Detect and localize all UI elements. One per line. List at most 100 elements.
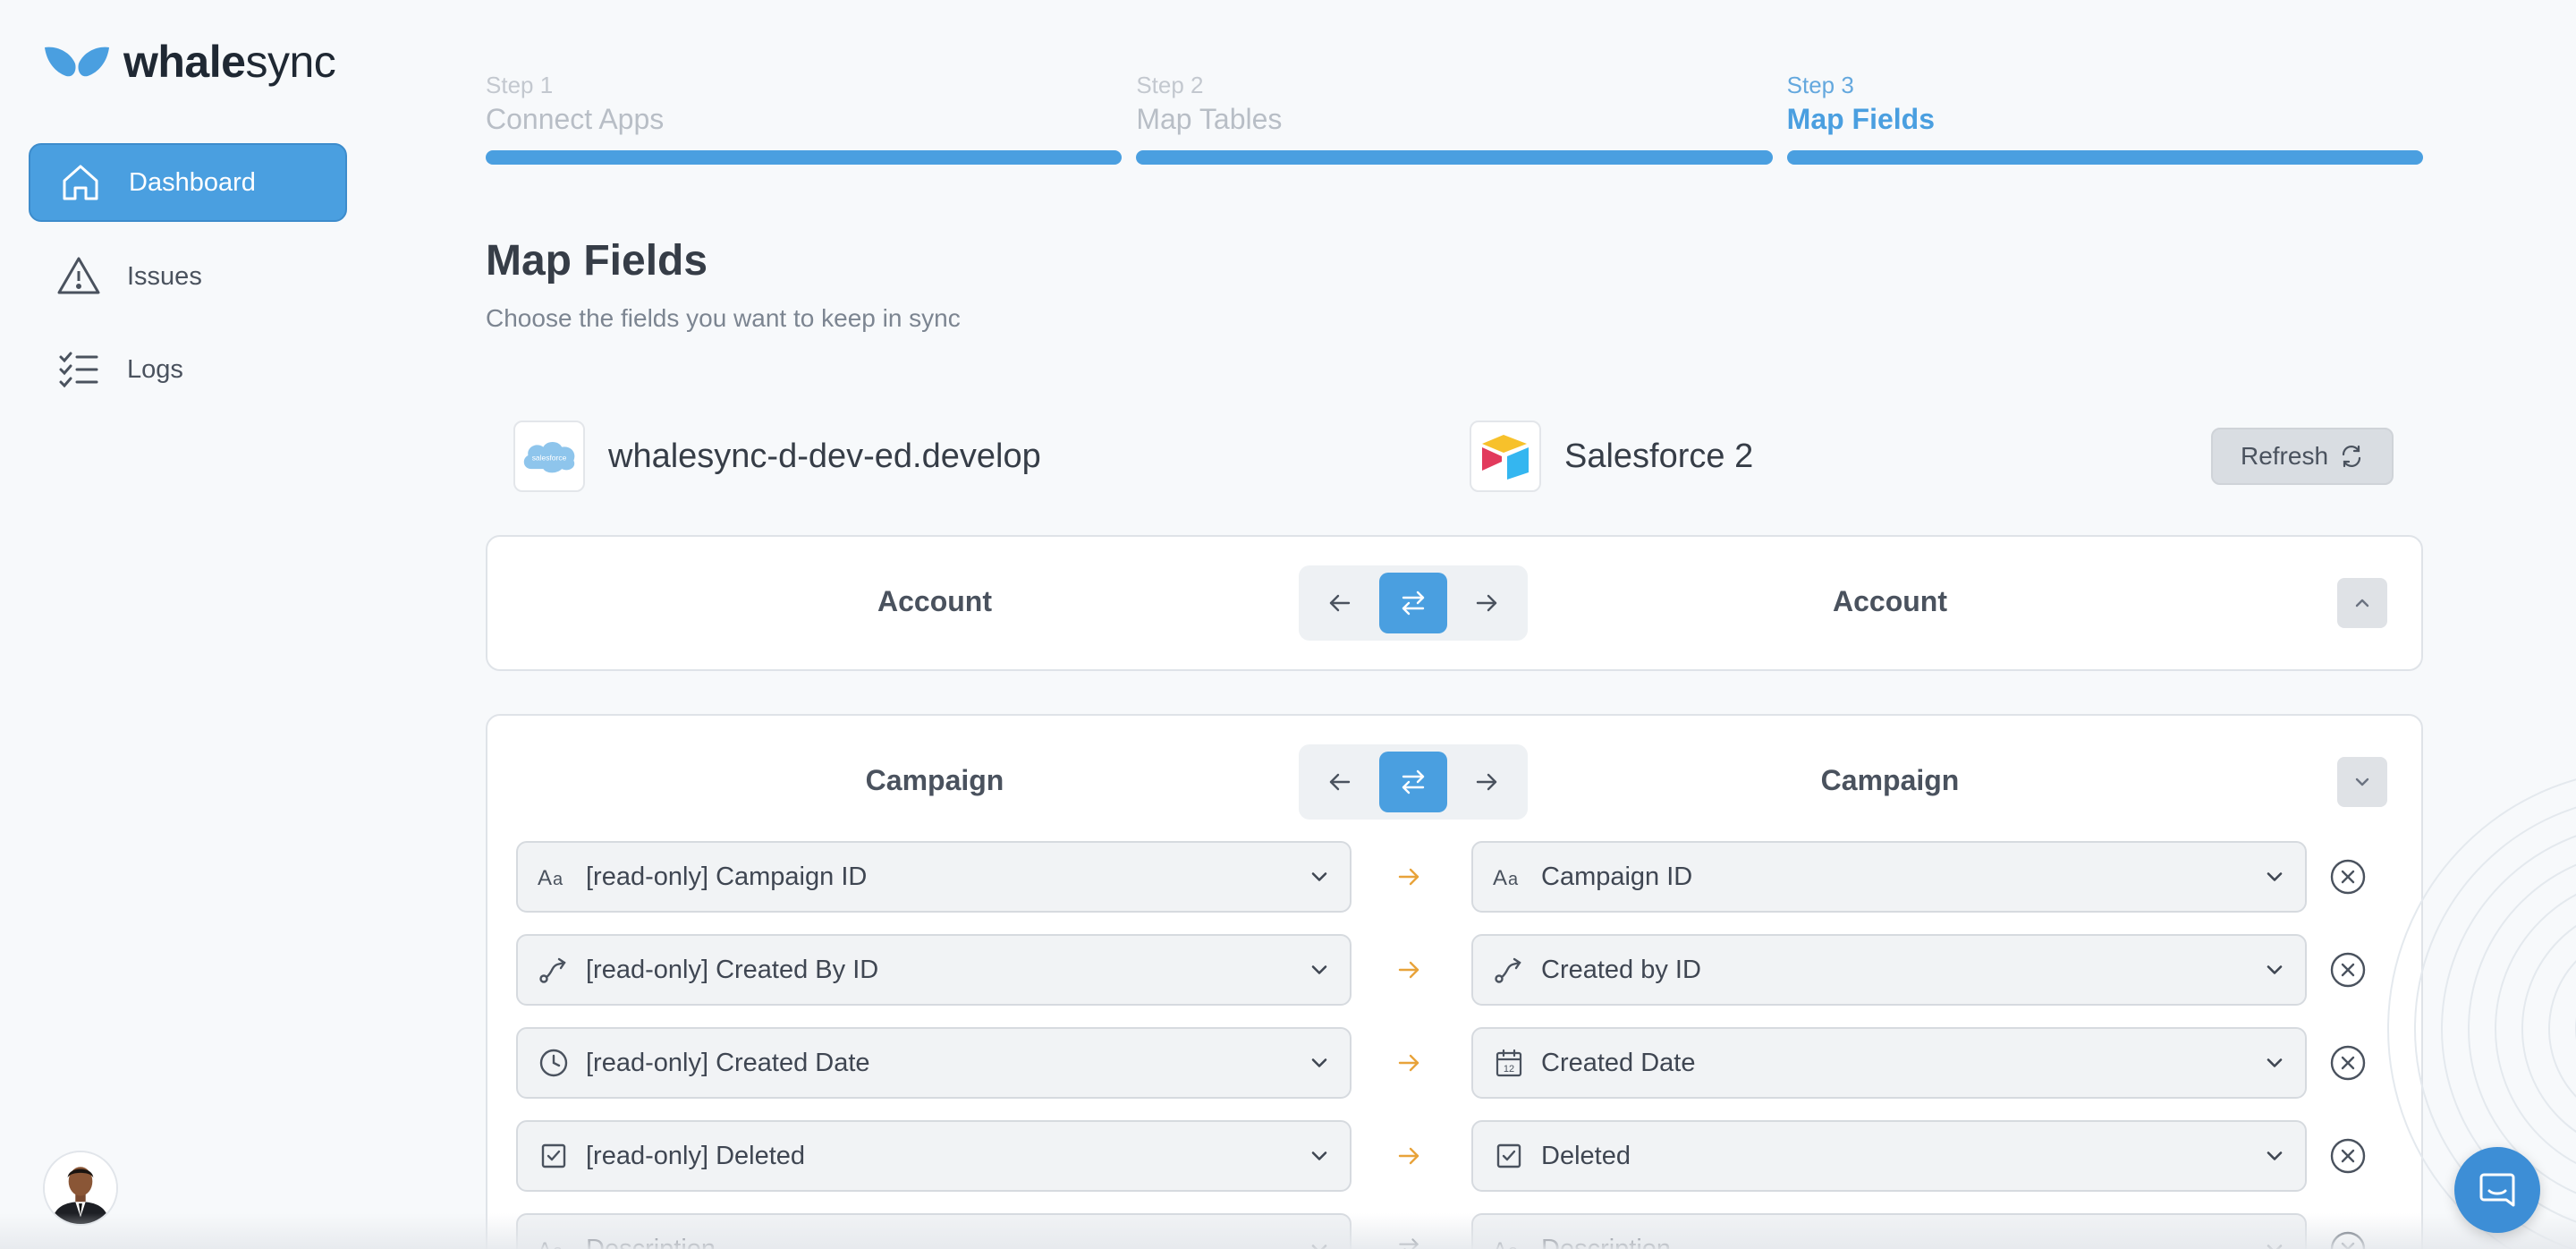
step-number: Step 1 xyxy=(486,72,554,98)
salesforce-logo: salesforce xyxy=(513,421,585,492)
remove-field-button[interactable] xyxy=(2328,857,2368,896)
field-mapping-row: Aa Description Aa Description xyxy=(516,1213,2394,1249)
logo-text-bold: whale xyxy=(123,37,246,87)
calendar-icon: 12 xyxy=(1491,1045,1527,1081)
sidebar: whalesync Dashboard Issues Logs xyxy=(0,0,376,1249)
step-progress-bar xyxy=(1786,150,2423,165)
sync-direction-toggle xyxy=(1299,565,1528,641)
right-field-select[interactable]: Aa Description xyxy=(1471,1213,2307,1249)
sync-direction-indicator[interactable] xyxy=(1384,1226,1434,1249)
sync-direction-indicator[interactable] xyxy=(1384,947,1434,993)
left-table-name[interactable]: Campaign xyxy=(866,764,1004,797)
remove-field-button[interactable] xyxy=(2328,1136,2368,1176)
left-field-select[interactable]: Aa Description xyxy=(516,1213,1352,1249)
avatar[interactable] xyxy=(43,1151,118,1226)
expand-button[interactable] xyxy=(2337,578,2387,628)
airtable-logo xyxy=(1470,421,1541,492)
chevron-down-icon xyxy=(1311,1245,1327,1249)
left-field-select[interactable]: Aa [read-only] Campaign ID xyxy=(516,841,1352,913)
sidebar-item-label: Issues xyxy=(127,261,202,291)
svg-text:A: A xyxy=(1493,866,1507,890)
sync-left-button[interactable] xyxy=(1306,573,1374,633)
svg-text:A: A xyxy=(1493,1238,1507,1249)
arrows-two-way-icon xyxy=(1402,591,1425,616)
left-app-name: whalesync-d-dev-ed.develop xyxy=(608,437,1041,475)
chevron-down-icon xyxy=(1311,1058,1327,1067)
left-field-select[interactable]: [read-only] Created Date xyxy=(516,1027,1352,1099)
svg-text:A: A xyxy=(538,1238,552,1249)
right-field-select[interactable]: Deleted xyxy=(1471,1120,2307,1192)
close-circle-icon xyxy=(2330,1231,2366,1249)
arrow-right-icon xyxy=(1398,961,1419,979)
close-circle-icon xyxy=(2330,1138,2366,1174)
right-table-name[interactable]: Account xyxy=(1833,585,1947,618)
arrow-right-icon xyxy=(1398,868,1419,886)
sync-right-button[interactable] xyxy=(1453,752,1521,812)
sync-left-button[interactable] xyxy=(1306,752,1374,812)
chevron-down-icon xyxy=(2267,1058,2283,1067)
right-field-select[interactable]: Created by ID xyxy=(1471,934,2307,1006)
remove-field-button[interactable] xyxy=(2328,1043,2368,1083)
step-map-tables[interactable]: Step 2 Map Tables xyxy=(1136,72,1773,165)
sync-direction-indicator[interactable] xyxy=(1384,854,1434,900)
chevron-down-icon xyxy=(2355,777,2369,786)
sync-right-button[interactable] xyxy=(1453,573,1521,633)
sidebar-item-label: Dashboard xyxy=(129,167,256,197)
text-icon: Aa xyxy=(1491,859,1527,895)
left-field-select[interactable]: [read-only] Created By ID xyxy=(516,934,1352,1006)
step-number: Step 3 xyxy=(1786,72,1854,98)
remove-field-button[interactable] xyxy=(2328,1229,2368,1249)
refresh-button[interactable]: Refresh xyxy=(2211,428,2394,485)
airtable-icon xyxy=(1482,435,1529,480)
field-mapping-row: Aa [read-only] Campaign ID Aa Campaign I… xyxy=(516,841,2394,913)
collapse-button[interactable] xyxy=(2337,757,2387,807)
right-field-select[interactable]: Aa Campaign ID xyxy=(1471,841,2307,913)
text-icon: Aa xyxy=(536,1231,572,1249)
whalesync-logo[interactable]: whalesync xyxy=(43,36,336,88)
close-circle-icon xyxy=(2330,952,2366,988)
step-progress-bar xyxy=(486,150,1123,165)
logo-text-rest: sync xyxy=(245,37,336,87)
sync-two-way-button[interactable] xyxy=(1379,752,1447,812)
right-table-name[interactable]: Campaign xyxy=(1821,764,1960,797)
sidebar-item-issues[interactable]: Issues xyxy=(29,237,347,316)
step-progress-bar xyxy=(1136,150,1773,165)
chevron-down-icon xyxy=(1311,965,1327,974)
step-connect-apps[interactable]: Step 1 Connect Apps xyxy=(486,72,1123,165)
field-label: [read-only] Created Date xyxy=(586,1048,870,1077)
sidebar-item-logs[interactable]: Logs xyxy=(29,330,347,409)
svg-text:A: A xyxy=(538,866,552,890)
text-icon: Aa xyxy=(1491,1231,1527,1249)
sync-direction-indicator[interactable] xyxy=(1384,1133,1434,1179)
chevron-down-icon xyxy=(2267,872,2283,881)
field-label: Deleted xyxy=(1541,1141,1631,1170)
chevron-up-icon xyxy=(2355,599,2369,608)
field-label: Description xyxy=(586,1234,716,1249)
sync-two-way-button[interactable] xyxy=(1379,573,1447,633)
svg-text:a: a xyxy=(1508,870,1519,889)
arrow-right-icon xyxy=(1398,1147,1419,1165)
svg-text:a: a xyxy=(553,1242,564,1249)
sidebar-item-dashboard[interactable]: Dashboard xyxy=(29,143,347,222)
refresh-label: Refresh xyxy=(2240,442,2329,470)
whale-tail-icon xyxy=(45,47,109,77)
step-title: Map Tables xyxy=(1136,103,1283,135)
chat-launcher-button[interactable] xyxy=(2454,1147,2540,1233)
table-mapping-campaign: Campaign Campaign Aa [read-only] Campaig… xyxy=(486,714,2423,1249)
remove-field-button[interactable] xyxy=(2328,950,2368,990)
link-icon xyxy=(536,952,572,988)
chevron-down-icon xyxy=(1311,872,1327,881)
arrow-left-icon xyxy=(1329,594,1351,612)
salesforce-logo-text: salesforce xyxy=(532,454,567,463)
left-field-select[interactable]: [read-only] Deleted xyxy=(516,1120,1352,1192)
table-mapping-account: Account Account xyxy=(486,535,2423,671)
sync-direction-indicator[interactable] xyxy=(1384,1040,1434,1086)
field-mapping-row: [read-only] Deleted Deleted xyxy=(516,1120,2394,1192)
left-app-header: salesforce whalesync-d-dev-ed.develop xyxy=(513,421,1041,492)
svg-text:12: 12 xyxy=(1504,1064,1514,1075)
step-map-fields[interactable]: Step 3 Map Fields xyxy=(1786,72,2423,165)
right-field-select[interactable]: 12 Created Date xyxy=(1471,1027,2307,1099)
field-label: Campaign ID xyxy=(1541,862,1693,891)
left-table-name[interactable]: Account xyxy=(877,585,992,618)
text-icon: Aa xyxy=(536,859,572,895)
